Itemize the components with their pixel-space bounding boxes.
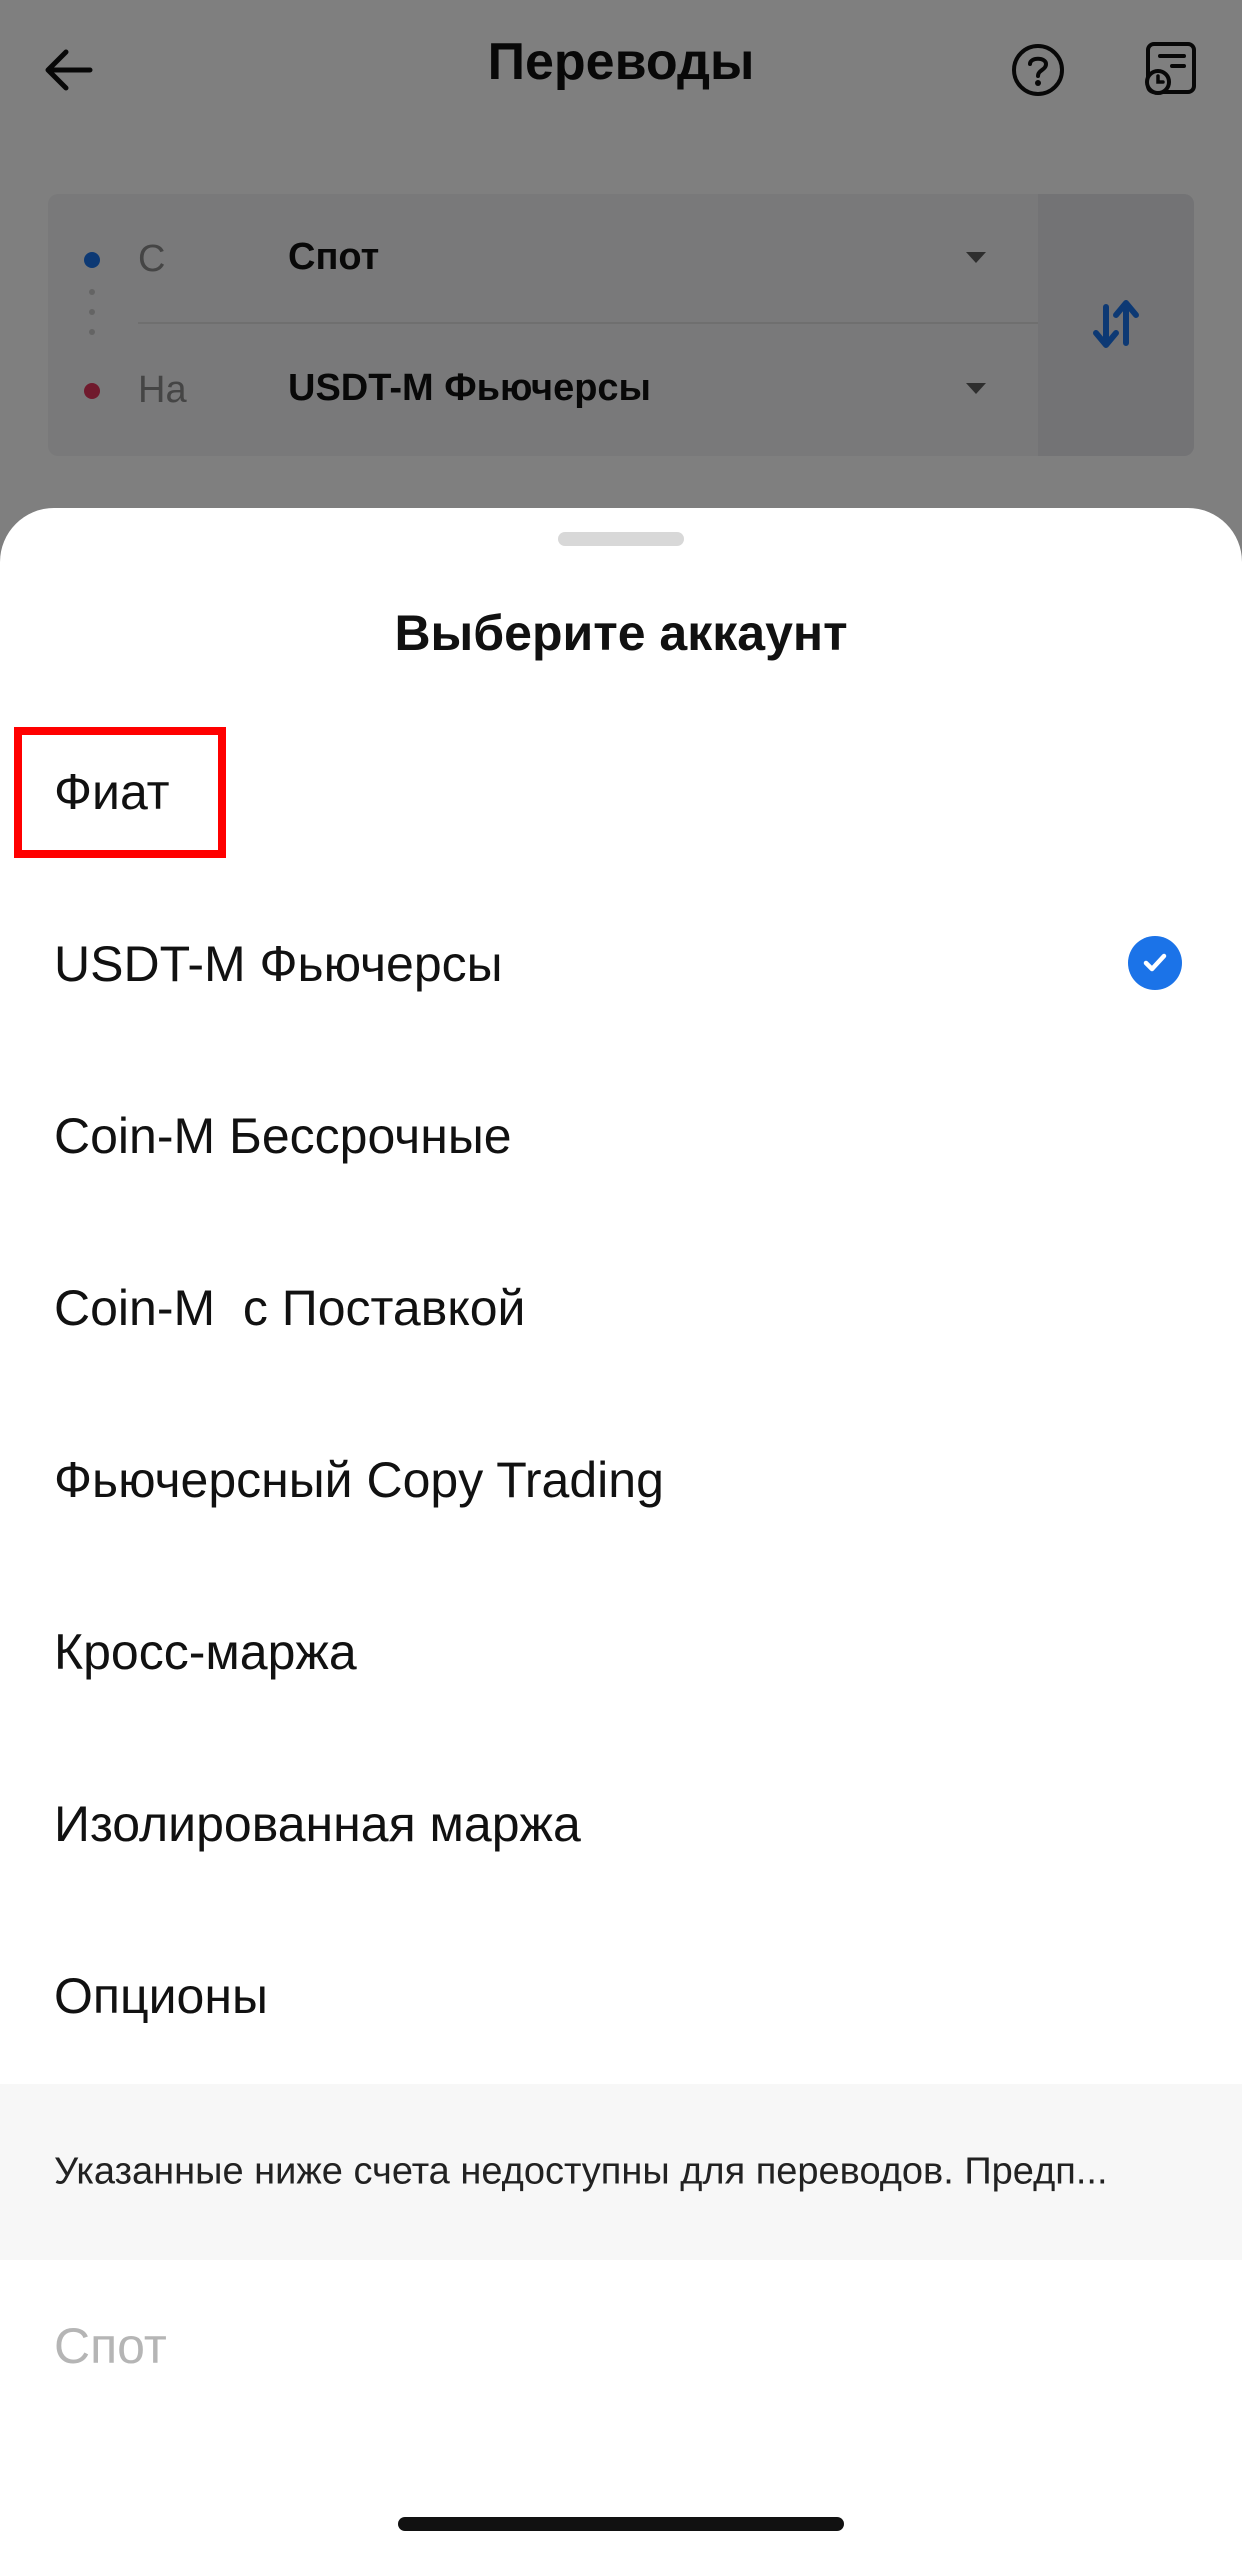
notice-text: Указанные ниже счета недоступны для пере… [54, 2150, 1108, 2193]
highlight-box [14, 727, 226, 858]
account-option-cross-margin[interactable]: Кросс-маржа [0, 1566, 1242, 1738]
account-option-coin-m-delivery[interactable]: Coin-M с Поставкой [0, 1222, 1242, 1394]
account-option-usdt-m-futures[interactable]: USDT-M Фьючерсы [0, 878, 1242, 1050]
account-option-options[interactable]: Опционы [0, 1910, 1242, 2082]
account-option-label: Фьючерсный Copy Trading [54, 1452, 664, 1508]
account-option-label: USDT-M Фьючерсы [54, 936, 503, 992]
account-option-isolated-margin[interactable]: Изолированная маржа [0, 1738, 1242, 1910]
account-option-copy-trading[interactable]: Фьючерсный Copy Trading [0, 1394, 1242, 1566]
unavailable-notice: Указанные ниже счета недоступны для пере… [0, 2084, 1242, 2260]
account-option-label: Изолированная маржа [54, 1796, 581, 1852]
account-option-spot-disabled: Спот [0, 2260, 1242, 2432]
account-option-label: Спот [54, 2318, 167, 2374]
account-option-coin-m-perpetual[interactable]: Coin-M Бессрочные [0, 1050, 1242, 1222]
account-picker-sheet: Выберите аккаунт Фиат USDT-M Фьючерсы Co… [0, 508, 1242, 2556]
home-indicator[interactable] [398, 2517, 844, 2531]
account-option-label: Опционы [54, 1968, 268, 2024]
account-option-label: Coin-M Бессрочные [54, 1108, 512, 1164]
sheet-grabber[interactable] [558, 532, 684, 546]
account-option-label: Coin-M с Поставкой [54, 1280, 526, 1336]
check-circle-icon [1128, 936, 1182, 990]
account-option-label: Кросс-маржа [54, 1624, 357, 1680]
sheet-title: Выберите аккаунт [394, 605, 848, 661]
